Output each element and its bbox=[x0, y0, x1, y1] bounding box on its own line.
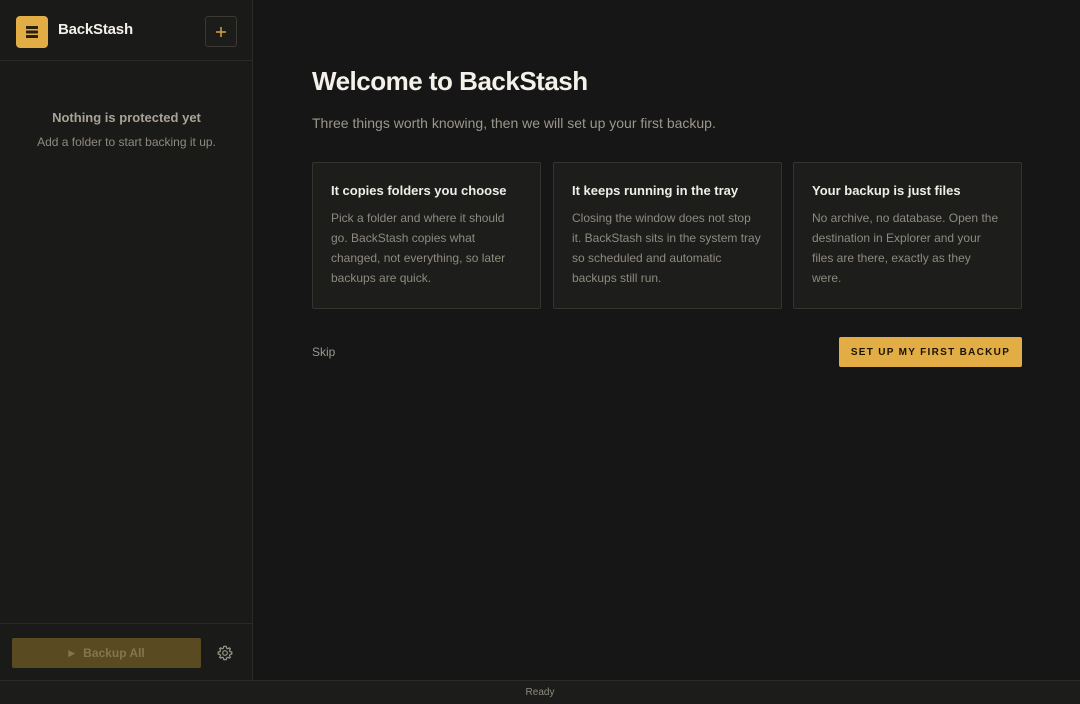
app-window: BackStash Nothing is protected yet Add a… bbox=[0, 0, 1080, 704]
page-subtitle: Three things worth knowing, then we will… bbox=[312, 115, 716, 131]
page-title: Welcome to BackStash bbox=[312, 66, 588, 96]
empty-state-title: Nothing is protected yet bbox=[52, 110, 201, 125]
app-logo-icon bbox=[16, 16, 48, 48]
info-card: It copies folders you choose Pick a fold… bbox=[312, 162, 541, 309]
info-card: It keeps running in the tray Closing the… bbox=[553, 162, 782, 309]
empty-state-subtitle: Add a folder to start backing it up. bbox=[37, 135, 216, 149]
status-text: Ready bbox=[525, 687, 555, 698]
card-title: It keeps running in the tray bbox=[572, 183, 739, 198]
sidebar-footer: ▶ Backup All bbox=[0, 623, 253, 680]
sidebar-header: BackStash bbox=[0, 0, 253, 61]
settings-button[interactable] bbox=[216, 644, 234, 662]
card-body: Closing the window does not stop it. Bac… bbox=[572, 211, 761, 285]
card-body: No archive, no database. Open the destin… bbox=[812, 211, 999, 285]
play-icon: ▶ bbox=[68, 647, 76, 658]
backup-all-label: Backup All bbox=[83, 646, 145, 660]
main-panel: Welcome to BackStash Three things worth … bbox=[254, 0, 1080, 680]
card-body: Pick a folder and where it should go. Ba… bbox=[331, 211, 506, 285]
plus-icon bbox=[216, 26, 226, 37]
skip-link[interactable]: Skip bbox=[312, 345, 335, 359]
add-folder-button[interactable] bbox=[205, 16, 237, 47]
status-bar: Ready bbox=[0, 680, 1080, 704]
gear-icon bbox=[217, 645, 233, 661]
card-title: It copies folders you choose bbox=[331, 183, 507, 198]
card-title: Your backup is just files bbox=[812, 183, 961, 198]
backup-all-button[interactable]: ▶ Backup All bbox=[12, 638, 201, 668]
info-card: Your backup is just files No archive, no… bbox=[793, 162, 1022, 309]
setup-first-backup-button[interactable]: SET UP MY FIRST BACKUP bbox=[839, 337, 1022, 367]
app-name: BackStash bbox=[58, 21, 133, 38]
sidebar: BackStash Nothing is protected yet Add a… bbox=[0, 0, 253, 680]
